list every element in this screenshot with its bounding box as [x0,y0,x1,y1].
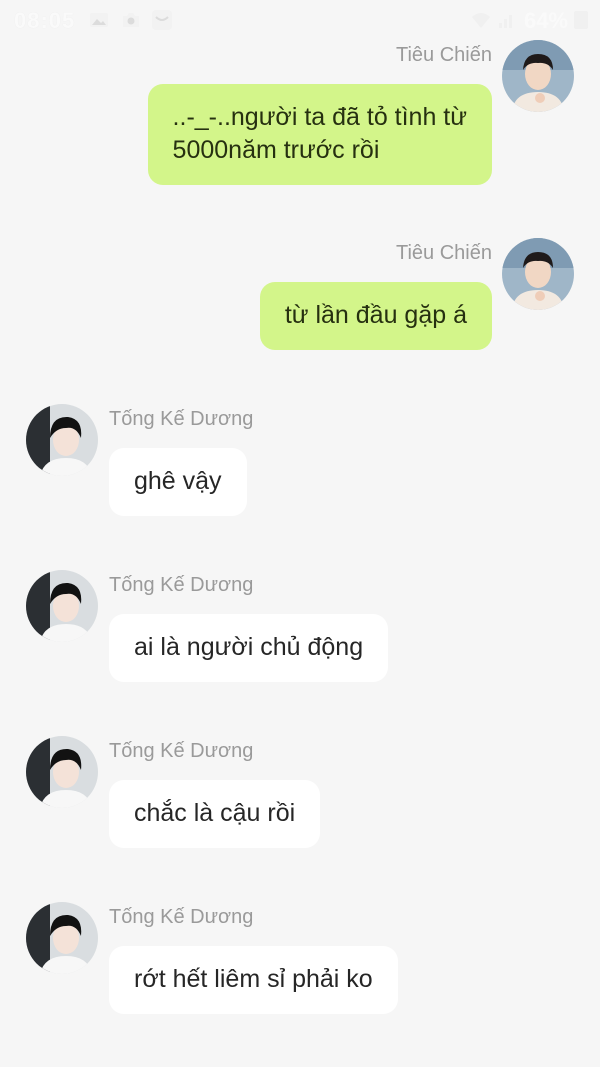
chat-conversation[interactable]: Tiêu Chiến ..-_-..người ta đã tỏ tình từ… [0,0,600,1067]
message-bubble[interactable]: chắc là cậu rồi [109,780,321,848]
message-text-line: ghê vậy [134,467,222,495]
avatar-photo [26,404,98,476]
sender-name: Tống Kế Dương [109,408,254,430]
message-text-line: ai là người chủ động [134,633,364,661]
avatar-photo [502,40,574,112]
avatar-photo [26,570,98,642]
avatar-tong-ke-duong[interactable] [26,570,98,642]
sender-name: Tiêu Chiến [396,242,492,264]
avatar-photo [26,736,98,808]
avatar-tieu-chien[interactable] [502,40,574,112]
avatar-tong-ke-duong[interactable] [26,404,98,476]
message-text-line: ..-_-..người ta đã tỏ tình từ [172,103,467,131]
message-bubble[interactable]: rớt hết liêm sỉ phải ko [109,946,398,1014]
message-text-line: chắc là cậu rồi [134,799,296,827]
message-text-line: 5000năm trước rồi [172,136,380,164]
avatar-photo [26,902,98,974]
avatar-tieu-chien[interactable] [502,238,574,310]
avatar-tong-ke-duong[interactable] [26,902,98,974]
sender-name: Tiêu Chiến [396,44,492,66]
sender-name: Tống Kế Dương [109,740,254,762]
message-bubble[interactable]: ..-_-..người ta đã tỏ tình từ 5000năm tr… [147,84,492,185]
avatar-tong-ke-duong[interactable] [26,736,98,808]
sender-name: Tống Kế Dương [109,906,254,928]
message-bubble[interactable]: từ lần đầu gặp á [259,282,492,350]
message-text-line: từ lần đầu gặp á [284,301,467,329]
message-bubble[interactable]: ghê vậy [109,448,247,516]
avatar-photo [502,238,574,310]
message-text-line: rớt hết liêm sỉ phải ko [134,965,373,993]
sender-name: Tống Kế Dương [109,574,254,596]
message-bubble[interactable]: ai là người chủ động [109,614,389,682]
